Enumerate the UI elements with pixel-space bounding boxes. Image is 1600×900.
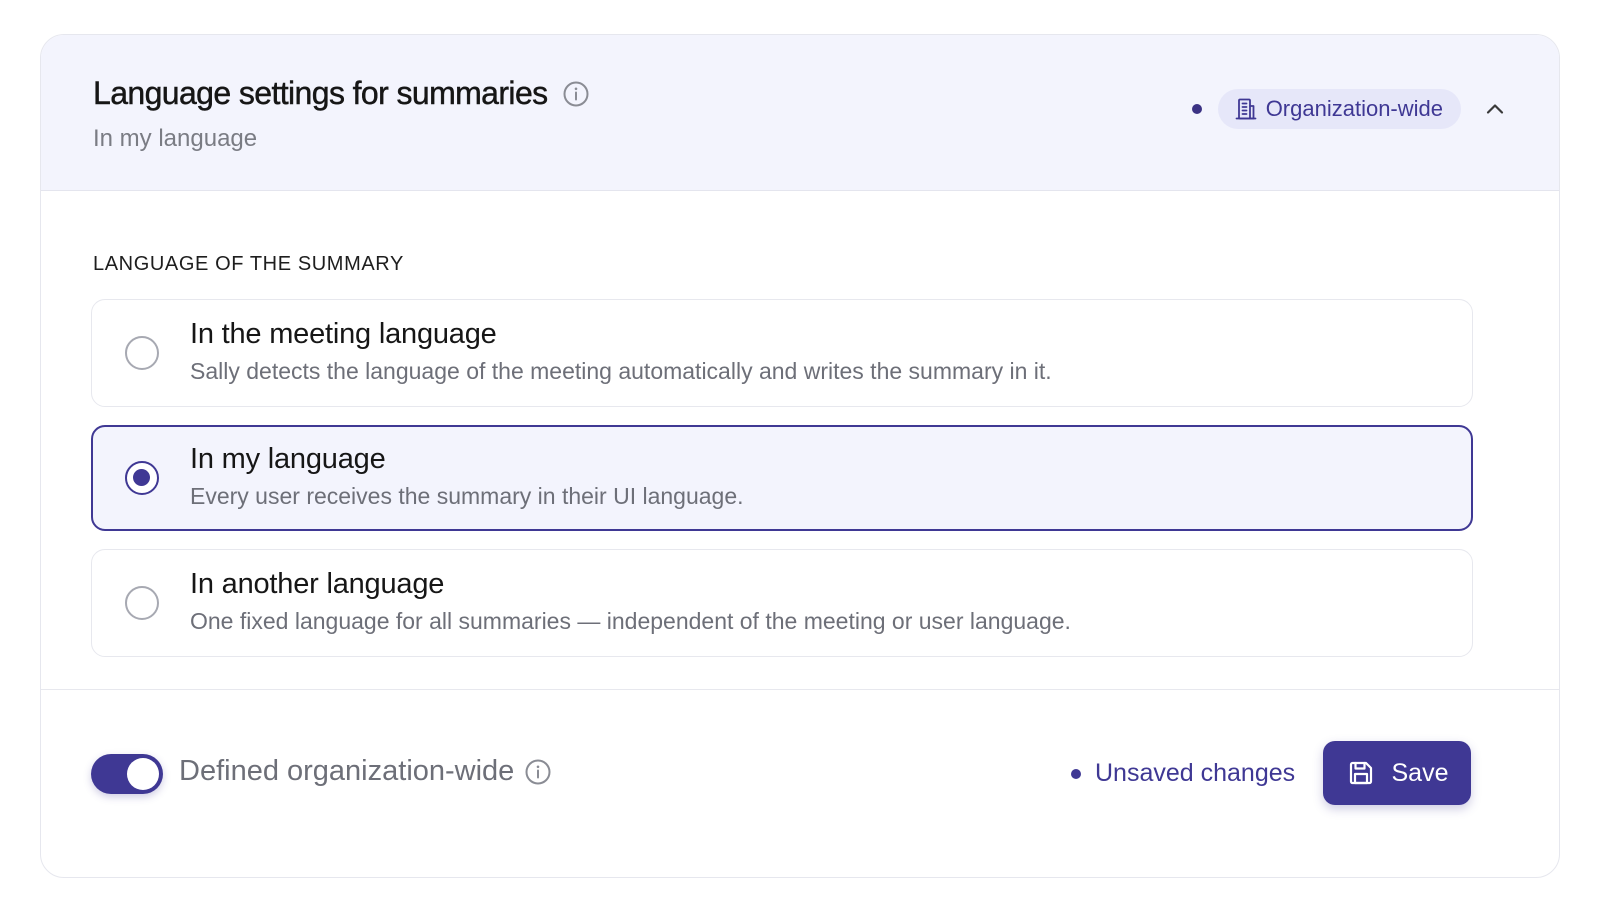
organization-wide-toggle[interactable]	[91, 754, 163, 794]
option-description: One fixed language for all summaries — i…	[190, 608, 1071, 634]
option-my-language[interactable]: In my language Every user receives the s…	[91, 425, 1473, 531]
building-icon	[1234, 97, 1258, 121]
language-options: In the meeting language Sally detects th…	[91, 299, 1473, 675]
footer-divider	[41, 689, 1559, 690]
radio-button[interactable]	[125, 336, 159, 370]
info-icon[interactable]	[562, 80, 590, 108]
section-label: LANGUAGE OF THE SUMMARY	[93, 253, 404, 275]
status-dot	[1191, 104, 1202, 114]
unsaved-dot	[1071, 768, 1081, 779]
organization-wide-badge: Organization-wide	[1217, 89, 1461, 129]
save-icon	[1346, 758, 1376, 788]
save-button[interactable]: Save	[1323, 741, 1471, 805]
title-row: Language settings for summaries	[93, 75, 590, 112]
radio-button[interactable]	[125, 586, 159, 620]
option-description: Sally detects the language of the meetin…	[190, 358, 1052, 384]
current-selection-subtitle: In my language	[93, 125, 258, 152]
card-header[interactable]: Language settings for summaries In my la…	[41, 35, 1559, 191]
settings-card: Language settings for summaries In my la…	[40, 34, 1560, 878]
option-title: In another language	[190, 568, 445, 600]
option-description: Every user receives the summary in their…	[190, 483, 744, 509]
save-button-label: Save	[1391, 758, 1449, 787]
chevron-up-icon[interactable]	[1481, 95, 1509, 123]
header-right: Organization-wide	[1191, 89, 1509, 129]
organization-wide-label: Organization-wide	[1265, 96, 1443, 121]
option-title: In the meeting language	[190, 318, 497, 350]
option-another-language[interactable]: In another language One fixed language f…	[91, 549, 1473, 657]
page-title: Language settings for summaries	[93, 75, 549, 111]
toggle-label: Defined organization-wide	[179, 755, 515, 787]
option-meeting-language[interactable]: In the meeting language Sally detects th…	[91, 299, 1473, 407]
radio-button-selected[interactable]	[125, 461, 159, 495]
toggle-knob	[127, 758, 159, 790]
info-icon[interactable]	[524, 758, 552, 786]
unsaved-changes-indicator: Unsaved changes	[1071, 759, 1295, 788]
toggle-label-row: Defined organization-wide	[179, 755, 552, 788]
option-title: In my language	[190, 443, 386, 475]
unsaved-changes-label: Unsaved changes	[1095, 759, 1296, 787]
